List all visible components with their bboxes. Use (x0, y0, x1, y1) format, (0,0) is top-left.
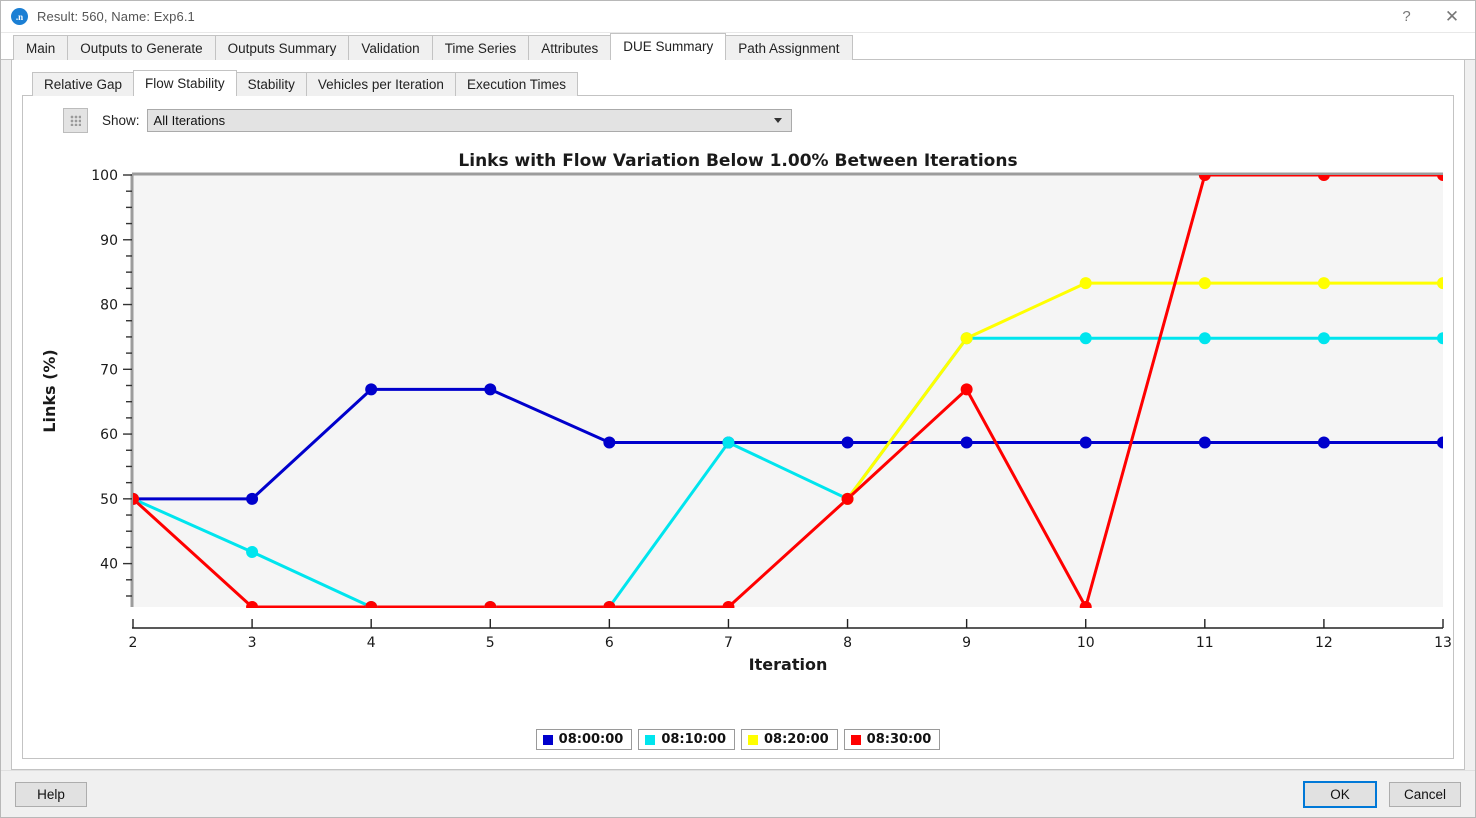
svg-text:80: 80 (100, 298, 118, 314)
svg-text:8: 8 (843, 635, 852, 651)
dialog-footer: Help OK Cancel (1, 770, 1475, 817)
chart-legend: 08:00:00 08:10:00 08:20:00 08:30:00 (23, 729, 1453, 750)
help-button[interactable]: Help (15, 782, 87, 807)
tab-time-series[interactable]: Time Series (432, 35, 530, 60)
svg-text:50: 50 (100, 492, 118, 508)
svg-text:100: 100 (91, 168, 118, 184)
subtab-stability[interactable]: Stability (236, 72, 307, 96)
subtab-flow-stability[interactable]: Flow Stability (133, 70, 237, 96)
legend-item-08-20-00[interactable]: 08:20:00 (741, 729, 838, 750)
legend-swatch-icon (748, 735, 758, 745)
svg-text:6: 6 (605, 635, 614, 651)
legend-label: 08:00:00 (559, 732, 624, 747)
title-bar: .n Result: 560, Name: Exp6.1 ? ✕ (1, 1, 1475, 33)
svg-text:70: 70 (100, 362, 118, 378)
legend-item-08-00-00[interactable]: 08:00:00 (536, 729, 633, 750)
subtab-vehicles-per-iteration[interactable]: Vehicles per Iteration (306, 72, 456, 96)
tab-outputs-to-generate[interactable]: Outputs to Generate (67, 35, 215, 60)
chart-controls: Show: All Iterations (23, 96, 1453, 143)
svg-text:Links (%): Links (%) (40, 349, 59, 432)
tab-main[interactable]: Main (13, 35, 68, 60)
svg-text:12: 12 (1315, 635, 1333, 651)
legend-swatch-icon (851, 735, 861, 745)
svg-text:11: 11 (1196, 635, 1214, 651)
svg-text:90: 90 (100, 233, 118, 249)
cancel-button[interactable]: Cancel (1389, 782, 1461, 807)
chevron-down-icon (774, 118, 782, 123)
subtab-execution-times[interactable]: Execution Times (455, 72, 578, 96)
grip-dots-icon (70, 115, 81, 126)
main-tab-strip: Main Outputs to Generate Outputs Summary… (1, 33, 1475, 60)
svg-text:2: 2 (129, 635, 138, 651)
svg-text:7: 7 (724, 635, 733, 651)
show-iterations-value: All Iterations (154, 113, 226, 128)
legend-swatch-icon (645, 735, 655, 745)
drag-grip-icon[interactable] (63, 108, 88, 133)
close-icon[interactable]: ✕ (1429, 1, 1475, 32)
flow-stability-chart: Links with Flow Variation Below 1.00% Be… (23, 143, 1453, 758)
subtab-relative-gap[interactable]: Relative Gap (32, 72, 134, 96)
result-dialog-window: .n Result: 560, Name: Exp6.1 ? ✕ Main Ou… (0, 0, 1476, 818)
tab-validation[interactable]: Validation (348, 35, 432, 60)
help-question-icon[interactable]: ? (1384, 1, 1429, 32)
ok-button[interactable]: OK (1303, 781, 1377, 808)
app-logo-icon: .n (11, 8, 28, 25)
legend-item-08-30-00[interactable]: 08:30:00 (844, 729, 941, 750)
flow-stability-panel: Show: All Iterations Links with Flow Var… (22, 96, 1454, 759)
show-iterations-select[interactable]: All Iterations (147, 109, 792, 132)
legend-label: 08:30:00 (867, 732, 932, 747)
show-label: Show: (102, 113, 140, 128)
tab-attributes[interactable]: Attributes (528, 35, 611, 60)
due-summary-pane: Relative Gap Flow Stability Stability Ve… (11, 60, 1465, 770)
due-sub-tab-strip: Relative Gap Flow Stability Stability Ve… (12, 70, 1464, 96)
svg-text:9: 9 (962, 635, 971, 651)
tab-path-assignment[interactable]: Path Assignment (725, 35, 852, 60)
svg-text:40: 40 (100, 557, 118, 573)
svg-text:5: 5 (486, 635, 495, 651)
svg-text:3: 3 (248, 635, 257, 651)
svg-text:Iteration: Iteration (749, 655, 828, 674)
tab-due-summary[interactable]: DUE Summary (610, 33, 726, 60)
legend-label: 08:10:00 (661, 732, 726, 747)
legend-label: 08:20:00 (764, 732, 829, 747)
legend-swatch-icon (543, 735, 553, 745)
svg-text:10: 10 (1077, 635, 1095, 651)
svg-text:4: 4 (367, 635, 376, 651)
svg-text:13: 13 (1434, 635, 1452, 651)
legend-item-08-10-00[interactable]: 08:10:00 (638, 729, 735, 750)
chart-canvas: 40 50 60 70 80 90 100 Links (%) 2 3 4 5 6 7 8 9 10 11 12 13… (23, 143, 1455, 703)
window-title: Result: 560, Name: Exp6.1 (37, 9, 1384, 24)
svg-text:60: 60 (100, 427, 118, 443)
tab-outputs-summary[interactable]: Outputs Summary (215, 35, 350, 60)
